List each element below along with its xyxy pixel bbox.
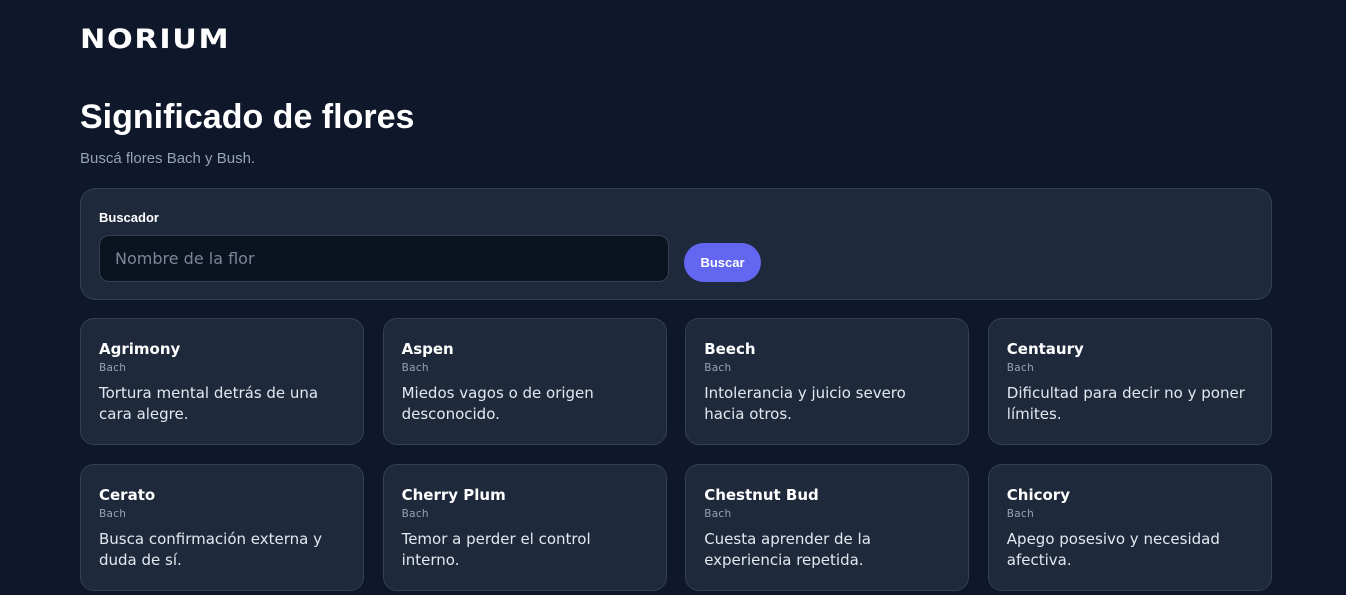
flower-name: Beech	[704, 340, 756, 358]
brand-logo[interactable]: NORIUM	[80, 26, 230, 54]
flower-card[interactable]: Aspen Bach Miedos vagos o de origen desc…	[382, 318, 667, 445]
search-input[interactable]	[99, 235, 669, 282]
flower-card[interactable]: Cherry Plum Bach Temor a perder el contr…	[382, 464, 667, 591]
flower-description: Tortura mental detrás de una cara alegre…	[99, 384, 319, 423]
flower-type: Bach	[401, 508, 429, 520]
flower-description: Busca confirmación externa y duda de sí.	[99, 530, 322, 569]
flower-type: Bach	[1006, 508, 1035, 520]
flower-description: Cuesta aprender de la experiencia repeti…	[704, 530, 871, 569]
flower-card[interactable]: Centaury Bach Dificultad para decir no y…	[987, 318, 1272, 445]
page-subtitle: Buscá flores Bach y Bush.	[80, 150, 256, 167]
flower-name: Cerato	[99, 486, 156, 504]
flower-description: Dificultad para decir no y poner límites…	[1006, 384, 1245, 423]
flower-type: Bach	[704, 362, 732, 374]
page-title: Significado de flores	[80, 98, 415, 136]
flower-type: Bach	[99, 362, 127, 374]
flower-card[interactable]: Chicory Bach Apego posesivo y necesidad …	[987, 464, 1272, 591]
flower-type: Bach	[401, 362, 429, 374]
flower-card[interactable]: Chestnut Bud Bach Cuesta aprender de la …	[685, 464, 970, 591]
search-label: Buscador	[99, 210, 159, 225]
search-button[interactable]: Buscar	[684, 243, 761, 282]
flower-description: Apego posesivo y necesidad afectiva.	[1006, 530, 1220, 569]
flower-name: Agrimony	[99, 340, 181, 358]
flower-card[interactable]: Beech Bach Intolerancia y juicio severo …	[685, 318, 970, 445]
flower-type: Bach	[704, 508, 732, 520]
flower-name: Chestnut Bud	[704, 486, 819, 504]
flower-name: Centaury	[1006, 340, 1084, 358]
flower-name: Cherry Plum	[401, 486, 506, 504]
flower-description: Temor a perder el control interno.	[401, 530, 591, 569]
flower-name: Aspen	[401, 340, 454, 358]
flower-description: Intolerancia y juicio severo hacia otros…	[704, 384, 906, 423]
flower-description: Miedos vagos o de origen desconocido.	[401, 384, 594, 423]
search-panel: Buscador Buscar	[80, 188, 1272, 300]
flower-type: Bach	[99, 508, 127, 520]
flower-type: Bach	[1006, 362, 1035, 374]
flower-name: Chicory	[1006, 486, 1070, 504]
flower-card[interactable]: Agrimony Bach Tortura mental detrás de u…	[80, 318, 364, 445]
flower-card[interactable]: Cerato Bach Busca confirmación externa y…	[80, 464, 364, 591]
flower-grid: Agrimony Bach Tortura mental detrás de u…	[80, 318, 1272, 591]
